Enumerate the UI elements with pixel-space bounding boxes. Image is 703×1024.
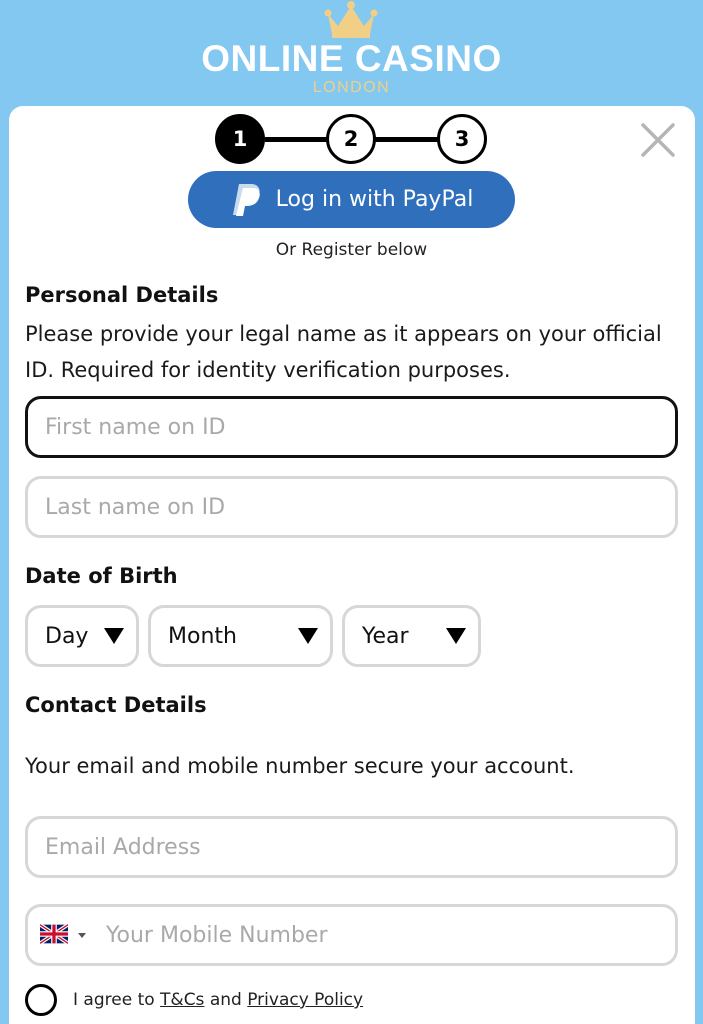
privacy-policy-link[interactable]: Privacy Policy (247, 990, 363, 1010)
email-field[interactable] (25, 816, 678, 878)
uk-flag-icon (38, 923, 70, 945)
agree-text: I agree to T&Cs and Privacy Policy (73, 990, 363, 1010)
mobile-number-field (25, 904, 678, 966)
dropdown-arrow-icon (446, 628, 466, 644)
paypal-icon (232, 183, 260, 216)
brand-title: ONLINE CASINO (201, 38, 502, 79)
month-select-value: Month (168, 623, 237, 649)
personal-details-description: Please provide your legal name as it app… (25, 322, 662, 382)
crown-icon (324, 1, 378, 38)
step-connector (375, 137, 439, 142)
date-of-birth-heading: Date of Birth (25, 564, 178, 588)
caret-down-icon (78, 933, 86, 938)
agree-radio[interactable] (25, 984, 57, 1016)
year-select-value: Year (362, 623, 409, 649)
agree-and: and (204, 990, 248, 1010)
country-code-selector[interactable] (38, 923, 96, 948)
contact-details-description: Your email and mobile number secure your… (25, 754, 575, 778)
site-header: ONLINE CASINO LONDON (0, 0, 703, 106)
day-select-value: Day (45, 623, 89, 649)
or-register-text: Or Register below (275, 240, 428, 260)
mobile-number-input[interactable] (106, 907, 666, 963)
step-1: 1 (215, 114, 265, 164)
personal-details-heading: Personal Details (25, 283, 219, 307)
terms-link[interactable]: T&Cs (160, 990, 204, 1010)
contact-details-heading: Contact Details (25, 693, 207, 717)
paypal-label: Log in with PayPal (275, 187, 474, 212)
agree-prefix: I agree to (73, 990, 161, 1010)
last-name-field[interactable] (25, 476, 678, 538)
step-2: 2 (326, 114, 376, 164)
year-select[interactable]: Year (342, 605, 481, 667)
brand-subtitle: LONDON (312, 79, 391, 96)
step-connector (265, 137, 329, 142)
registration-stepper: 1 2 3 (215, 114, 487, 164)
terms-agreement: I agree to T&Cs and Privacy Policy (25, 984, 363, 1016)
dropdown-arrow-icon (298, 628, 318, 644)
step-3: 3 (437, 114, 487, 164)
day-select[interactable]: Day (25, 605, 139, 667)
paypal-login-button[interactable]: Log in with PayPal (188, 171, 515, 228)
close-icon[interactable] (640, 122, 676, 158)
month-select[interactable]: Month (148, 605, 333, 667)
dropdown-arrow-icon (104, 628, 124, 644)
first-name-field[interactable] (25, 396, 678, 458)
